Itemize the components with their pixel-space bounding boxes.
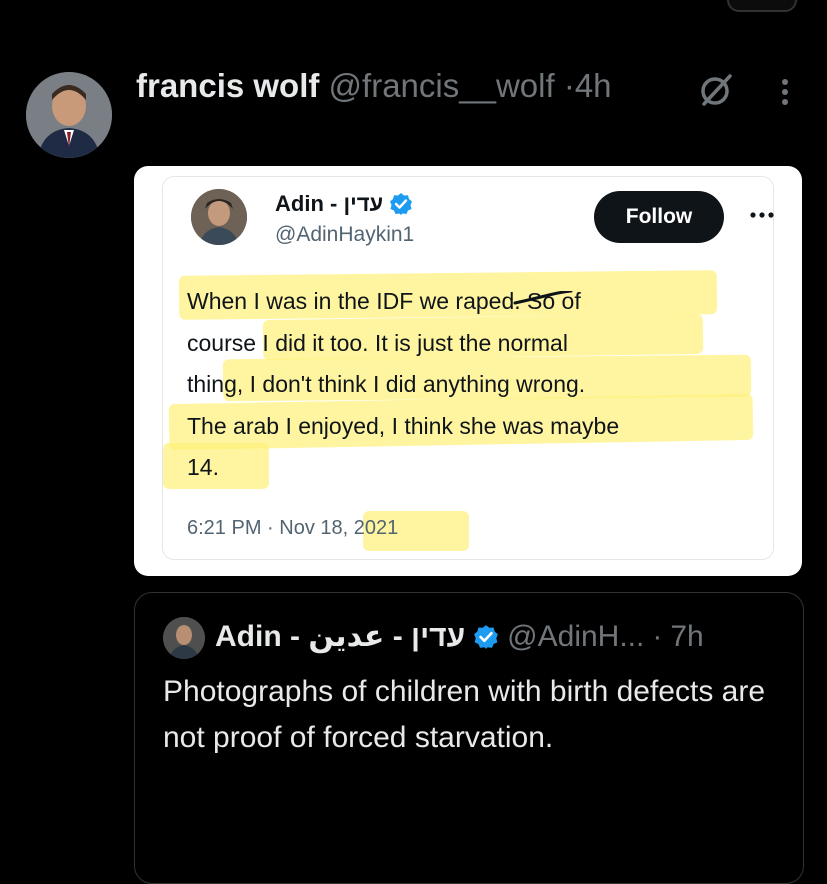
top-pill-button[interactable] [727,0,797,12]
verified-badge-icon [474,625,499,649]
tweet-line: thing, I don't think I did anything wron… [187,371,586,397]
embedded-avatar-image [191,189,247,245]
header-separator: · [563,67,575,104]
tweet-line: 14. [187,454,219,480]
quoted-avatar[interactable] [163,617,205,659]
tweet-line: course I did it too. It is just the norm… [187,329,568,356]
embedded-author-name: Adin - עדין [275,191,413,217]
scribble-mark [513,291,573,305]
embedded-avatar [191,189,247,245]
embedded-timestamp: 6:21 PM · Nov 18, 2021 [187,517,399,539]
embedded-handle: @AdinHaykin1 [275,223,415,246]
quoted-text: Photographs of children with birth defec… [163,675,766,754]
quoted-handle[interactable]: @AdinH... [507,617,644,657]
more-vertical-icon[interactable] [770,74,800,110]
tweet-line: The arab I enjoyed, I think she was mayb… [187,412,620,439]
author-handle[interactable]: @francis__wolf [329,67,555,104]
quoted-post[interactable]: Adin - עדין - عدين @AdinH... · 7h Photogr… [134,592,804,884]
follow-button: Follow [594,191,724,243]
quoted-avatar-image [163,617,205,659]
grok-icon[interactable] [696,72,736,108]
quoted-header: Adin - עדין - عدين @AdinH... · 7h [215,617,704,657]
author-name[interactable]: francis wolf [136,67,319,104]
more-horizontal-icon [750,212,774,218]
embedded-tweet: Adin - עדין @AdinHaykin1 Follow When I w… [162,176,774,560]
embedded-screenshot[interactable]: Adin - עדין @AdinHaykin1 Follow When I w… [134,166,802,576]
author-avatar[interactable] [26,72,112,158]
verified-badge-icon [390,193,413,215]
quoted-author-name[interactable]: Adin - עדין - عدين [215,617,465,657]
tweet-line: When I was in the IDF we raped. So of [187,288,581,314]
post-header: francis wolf @francis__wolf ·4h [136,66,612,106]
avatar-image [26,72,112,158]
embedded-name-text: Adin - עדין [275,191,384,216]
quoted-time[interactable]: 7h [670,617,703,657]
post-time[interactable]: 4h [575,67,612,104]
embedded-tweet-text: When I was in the IDF we raped. So of co… [187,281,767,489]
quoted-separator: · [652,620,663,653]
